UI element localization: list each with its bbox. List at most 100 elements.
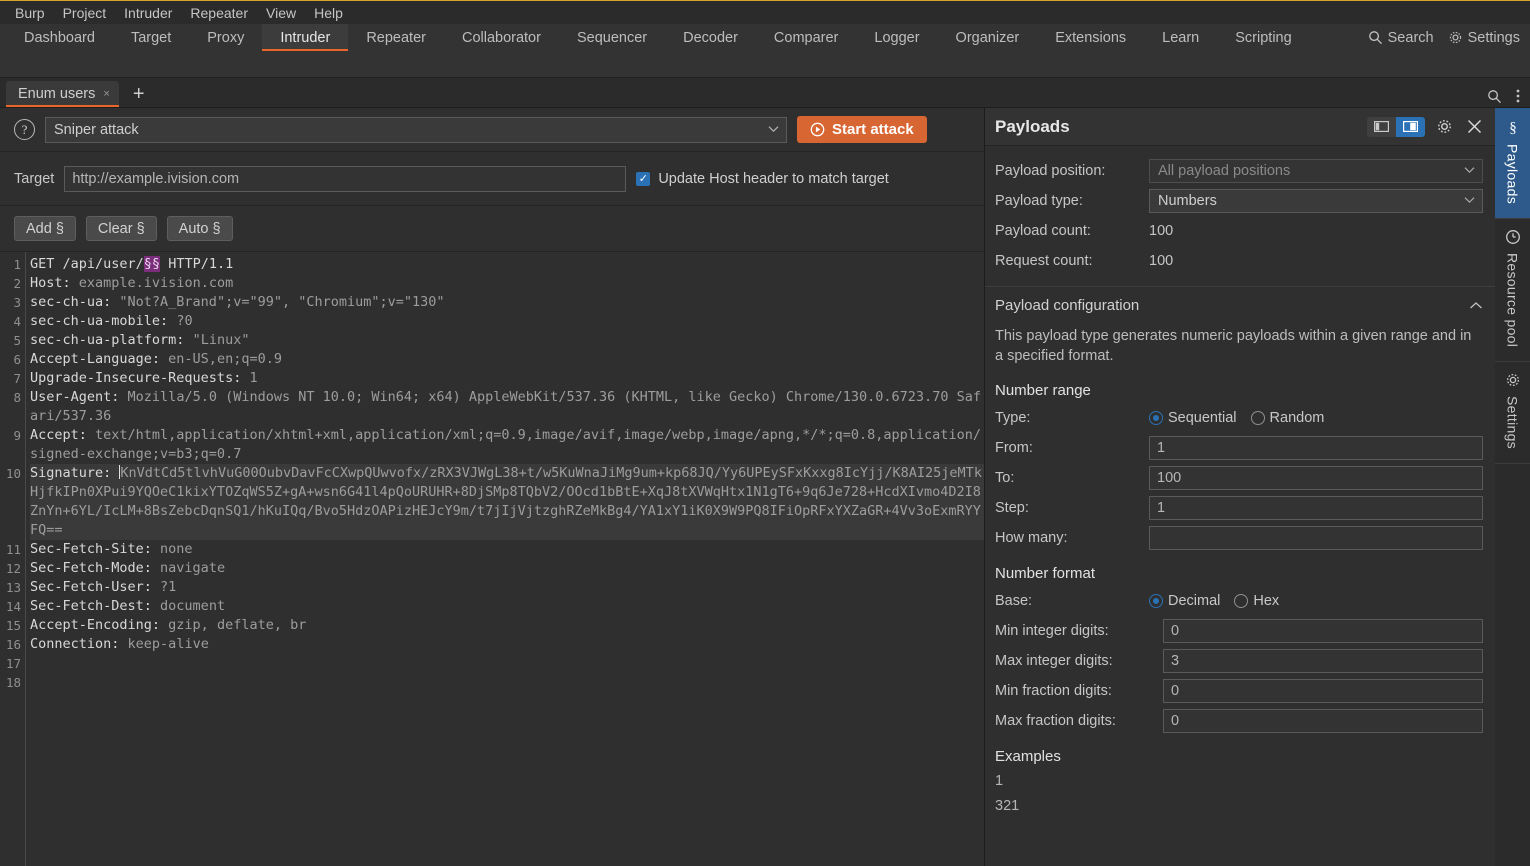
tab-learn[interactable]: Learn: [1144, 24, 1217, 51]
menu-item-view[interactable]: View: [257, 3, 305, 23]
payload-field-select[interactable]: All payload positions: [1149, 159, 1483, 183]
kebab-menu-icon[interactable]: [1516, 88, 1520, 104]
tab-sequencer[interactable]: Sequencer: [559, 24, 665, 51]
payload-position-button-add[interactable]: Add §: [14, 216, 76, 241]
payloads-panel: Payloads Payload position: All payload p…: [985, 108, 1495, 866]
tab-extensions[interactable]: Extensions: [1037, 24, 1144, 51]
panel-layout-vertical-icon[interactable]: [1367, 116, 1396, 137]
number-format-input[interactable]: 0: [1163, 619, 1483, 643]
menu-item-intruder[interactable]: Intruder: [115, 3, 181, 23]
number-range-input[interactable]: 100: [1149, 466, 1483, 490]
request-text: sec-ch-ua-platform:: [30, 332, 193, 348]
global-settings-button[interactable]: Settings: [1448, 30, 1520, 46]
request-editor[interactable]: 12345678 9 10 11 12 13 14 15 16 17 18 GET /api/…: [0, 252, 984, 866]
line-number-continuation: [0, 502, 25, 521]
target-row: Target http://example.ivision.com ✓ Upda…: [0, 152, 984, 206]
number-format-value: 0: [1171, 683, 1180, 699]
tab-dashboard[interactable]: Dashboard: [6, 24, 113, 51]
checkmark-icon: ✓: [636, 171, 651, 186]
payload-configuration-description: This payload type generates numeric payl…: [995, 328, 1472, 364]
number-range-fields: Type: Sequential Random From: 1 To: 100 Step:…: [985, 403, 1495, 553]
tab-repeater[interactable]: Repeater: [348, 24, 444, 51]
rail-item-payloads[interactable]: § Payloads: [1495, 108, 1530, 219]
number-format-input[interactable]: 0: [1163, 679, 1483, 703]
panel-settings-button[interactable]: [1433, 116, 1455, 138]
tab-collaborator[interactable]: Collaborator: [444, 24, 559, 51]
main-content-area: ? Sniper attack Start attack Target http…: [0, 108, 1530, 866]
rail-item-label: Resource pool: [1504, 253, 1521, 348]
line-number: 11: [5, 542, 21, 557]
request-code[interactable]: GET /api/user/§§ HTTP/1.1 Host: example.i…: [26, 252, 984, 866]
number-format-row: Min integer digits: 0: [995, 616, 1483, 646]
global-search-button[interactable]: Search: [1368, 30, 1434, 46]
number-range-row: Step: 1: [995, 493, 1483, 523]
attack-tab[interactable]: Enum users ×: [6, 81, 119, 107]
number-format-input[interactable]: 0: [1163, 709, 1483, 733]
examples-list: 1 321: [985, 769, 1495, 819]
payload-field-label: Request count:: [995, 253, 1093, 269]
panel-layout-horizontal-icon[interactable]: [1396, 116, 1425, 137]
chevron-up-icon[interactable]: [1469, 301, 1483, 310]
chevron-down-icon: [1464, 166, 1475, 174]
request-text: Accept-Encoding:: [30, 617, 169, 633]
panel-close-button[interactable]: [1463, 116, 1485, 138]
panel-layout-toggle[interactable]: [1367, 116, 1425, 137]
number-format-heading: Number format: [995, 565, 1096, 582]
request-text: Accept:: [30, 427, 96, 443]
payload-position-button-auto[interactable]: Auto §: [166, 216, 233, 241]
request-text: Sec-Fetch-Mode:: [30, 560, 161, 576]
tab-organizer[interactable]: Organizer: [938, 24, 1038, 51]
search-icon: [1368, 30, 1383, 45]
number-format-base-hex[interactable]: Hex: [1234, 593, 1279, 609]
attack-tab-actions: [1487, 88, 1520, 104]
example-value: 1: [995, 773, 1004, 789]
rail-item-settings[interactable]: Settings: [1495, 362, 1530, 465]
search-icon[interactable]: [1487, 89, 1502, 104]
attack-type-select[interactable]: Sniper attack: [45, 116, 787, 143]
intruder-positions-pane: ? Sniper attack Start attack Target http…: [0, 108, 985, 866]
number-range-type-sequential[interactable]: Sequential: [1149, 410, 1237, 426]
request-text: KnVdtCd5tlvhVuG00OubvDavFcCXwpQUwvofx/zR…: [30, 465, 982, 538]
payload-field-value: 100: [1149, 223, 1174, 239]
payload-field-row: Payload type: Numbers: [995, 186, 1483, 216]
tab-proxy[interactable]: Proxy: [189, 24, 262, 51]
number-format-base-label: Base:: [995, 593, 1033, 609]
number-range-input[interactable]: 1: [1149, 496, 1483, 520]
question-mark-icon[interactable]: ?: [14, 119, 35, 140]
tab-comparer[interactable]: Comparer: [756, 24, 856, 51]
tab-intruder[interactable]: Intruder: [262, 24, 349, 51]
number-range-label: To:: [995, 470, 1015, 486]
menu-item-help[interactable]: Help: [305, 3, 352, 23]
update-host-header-checkbox[interactable]: ✓ Update Host header to match target: [636, 171, 889, 187]
number-range-type-random[interactable]: Random: [1250, 410, 1324, 426]
payload-configuration-header[interactable]: Payload configuration: [985, 287, 1495, 320]
number-format-label: Min integer digits:: [995, 623, 1109, 639]
tab-scripting[interactable]: Scripting: [1217, 24, 1309, 51]
request-text: text/html,application/xhtml+xml,applicat…: [30, 427, 981, 462]
request-line: User-Agent: Mozilla/5.0 (Windows NT 10.0…: [30, 388, 984, 426]
attack-type-value: Sniper attack: [54, 121, 139, 138]
number-format-label: Max integer digits:: [995, 653, 1113, 669]
number-range-input[interactable]: 1: [1149, 436, 1483, 460]
close-icon[interactable]: ×: [103, 88, 109, 100]
number-format-base-decimal[interactable]: Decimal: [1149, 593, 1220, 609]
tab-decoder[interactable]: Decoder: [665, 24, 756, 51]
menu-item-burp[interactable]: Burp: [6, 3, 54, 23]
payload-position-button-clear[interactable]: Clear §: [85, 216, 157, 241]
rail-item-resource-pool[interactable]: Resource pool: [1495, 219, 1530, 363]
main-tab-bar-actions: Search Settings: [1368, 24, 1520, 51]
new-attack-tab-button[interactable]: +: [133, 83, 145, 107]
start-attack-button[interactable]: Start attack: [797, 116, 927, 143]
payload-field-select[interactable]: Numbers: [1149, 189, 1483, 213]
number-format-row: Max fraction digits: 0: [995, 706, 1483, 736]
menu-item-repeater[interactable]: Repeater: [181, 3, 257, 23]
target-input[interactable]: http://example.ivision.com: [64, 165, 627, 192]
tab-target[interactable]: Target: [113, 24, 189, 51]
request-line: GET /api/user/§§ HTTP/1.1: [30, 255, 984, 274]
tab-logger[interactable]: Logger: [856, 24, 937, 51]
number-range-type-label: Type:: [995, 410, 1031, 426]
request-text: Sec-Fetch-Site:: [30, 541, 161, 557]
number-format-input[interactable]: 3: [1163, 649, 1483, 673]
menu-item-project[interactable]: Project: [54, 3, 116, 23]
number-range-input[interactable]: [1149, 526, 1483, 550]
